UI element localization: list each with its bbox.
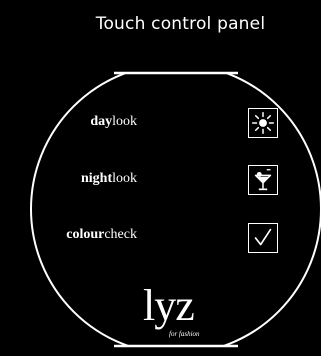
sun-icon bbox=[251, 111, 275, 135]
daylook-button[interactable] bbox=[248, 108, 278, 138]
row-label-light: check bbox=[104, 227, 137, 242]
nightlook-button[interactable] bbox=[248, 165, 278, 195]
lyz-logo: lyz for fashion bbox=[143, 284, 213, 344]
row-label-bold: day bbox=[90, 114, 113, 129]
row-label-bold: colour bbox=[66, 227, 105, 242]
logo-tagline: for fashion bbox=[169, 330, 200, 338]
row-label-light: look bbox=[112, 171, 137, 186]
logo-wordmark: lyz bbox=[143, 281, 195, 330]
colourcheck-button[interactable] bbox=[248, 223, 278, 253]
row-label-daylook: daylook bbox=[90, 114, 137, 130]
cocktail-glass-icon bbox=[254, 169, 272, 191]
row-label-bold: night bbox=[80, 171, 113, 186]
checkmark-icon bbox=[254, 228, 272, 246]
row-label-nightlook: nightlook bbox=[81, 171, 137, 187]
row-label-colourcheck: colourcheck bbox=[66, 227, 137, 243]
row-label-light: look bbox=[112, 114, 137, 129]
